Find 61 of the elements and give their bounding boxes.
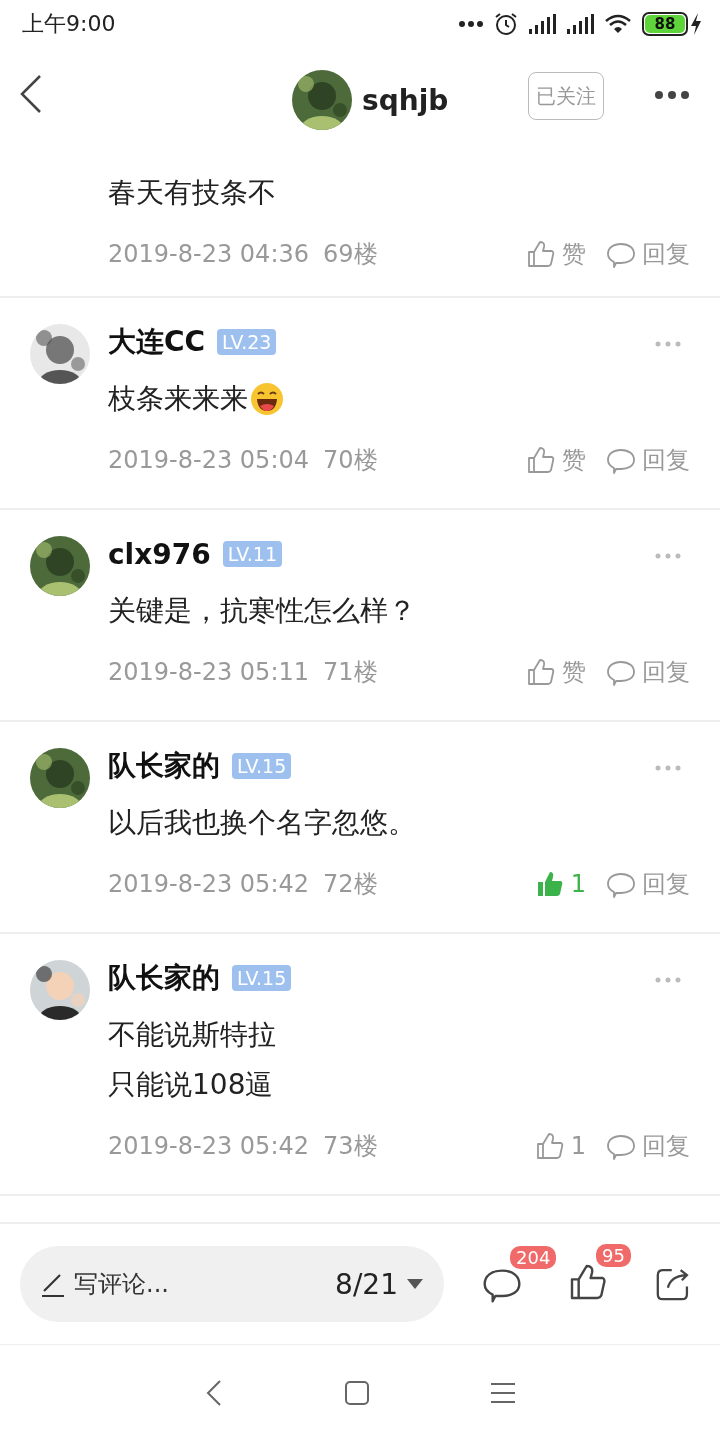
post-time: 2019-8-23 05:42 — [108, 870, 309, 898]
user-name[interactable]: 队长家的 — [108, 959, 220, 997]
thumbs-up-icon — [526, 445, 556, 475]
reply-button[interactable]: 回复 — [606, 656, 690, 688]
signal-icon — [566, 14, 594, 34]
user-name[interactable]: clx976 — [108, 537, 211, 571]
comment-count: 204 — [510, 1246, 557, 1269]
post-time: 2019-8-23 05:42 — [108, 1132, 309, 1160]
reply-button[interactable]: 回复 — [606, 238, 690, 270]
laughing-face-icon — [250, 382, 284, 416]
comment-text: 不能说斯特拉 — [108, 1017, 276, 1053]
like-button[interactable]: 1 — [534, 1131, 586, 1161]
page-indicator[interactable]: 8/21 — [335, 1267, 398, 1301]
user-name[interactable]: 队长家的 — [108, 747, 220, 785]
menu-icon[interactable] — [490, 1382, 516, 1404]
comment-text: 关键是，抗寒性怎么样？ — [108, 593, 416, 629]
comment-field[interactable]: 写评论... 8/21 — [20, 1246, 444, 1322]
wifi-icon — [604, 14, 632, 34]
status-time: 上午9:00 — [22, 10, 116, 38]
floor-number: 71楼 — [323, 657, 378, 688]
home-icon[interactable] — [344, 1380, 370, 1406]
floor-number: 72楼 — [323, 869, 378, 900]
thumbs-up-icon — [526, 657, 556, 687]
floor-number: 70楼 — [323, 445, 378, 476]
floor-number: 73楼 — [323, 1131, 378, 1162]
like-button[interactable]: 赞 — [526, 444, 586, 476]
like-count: 95 — [596, 1244, 631, 1267]
comment-text: 以后我也换个名字忽悠。 — [108, 805, 416, 841]
dropdown-icon[interactable] — [406, 1278, 424, 1290]
battery-icon: 88 — [642, 12, 688, 36]
level-badge: LV.11 — [222, 541, 282, 567]
username[interactable]: sqhjb — [362, 83, 449, 117]
back-icon[interactable] — [18, 74, 44, 114]
like-button[interactable]: 赞 — [526, 238, 586, 270]
level-badge: LV.15 — [232, 965, 292, 991]
post-time: 2019-8-23 05:11 — [108, 658, 309, 686]
follow-button[interactable]: 已关注 — [528, 72, 604, 120]
like-button[interactable]: 1 — [534, 869, 586, 899]
floor-number: 69楼 — [323, 239, 378, 270]
like-button[interactable]: 赞 — [526, 656, 586, 688]
thumbs-up-icon — [526, 239, 556, 269]
level-badge: LV.15 — [232, 753, 292, 779]
thumbs-up-icon[interactable] — [568, 1262, 608, 1302]
back-icon[interactable] — [204, 1379, 224, 1407]
signal-icon — [528, 14, 556, 34]
more-icon[interactable] — [654, 90, 690, 100]
reply-button[interactable]: 回复 — [606, 868, 690, 900]
reply-button[interactable]: 回复 — [606, 1130, 690, 1162]
reply-button[interactable]: 回复 — [606, 444, 690, 476]
user-name[interactable]: 大连CC — [108, 323, 206, 361]
level-badge: LV.23 — [217, 329, 277, 355]
comment-text: 枝条来来来 — [108, 381, 248, 417]
pencil-icon — [40, 1271, 66, 1297]
more-icon — [458, 20, 484, 28]
alarm-icon — [494, 12, 518, 36]
comment-text: 只能说108逼 — [108, 1067, 274, 1103]
comment-text: 春天有技条不 — [108, 175, 276, 211]
post-time: 2019-8-23 05:04 — [108, 446, 309, 474]
thumbs-up-icon — [534, 1131, 565, 1161]
post-time: 2019-8-23 04:36 — [108, 240, 309, 268]
charging-icon — [690, 13, 702, 35]
